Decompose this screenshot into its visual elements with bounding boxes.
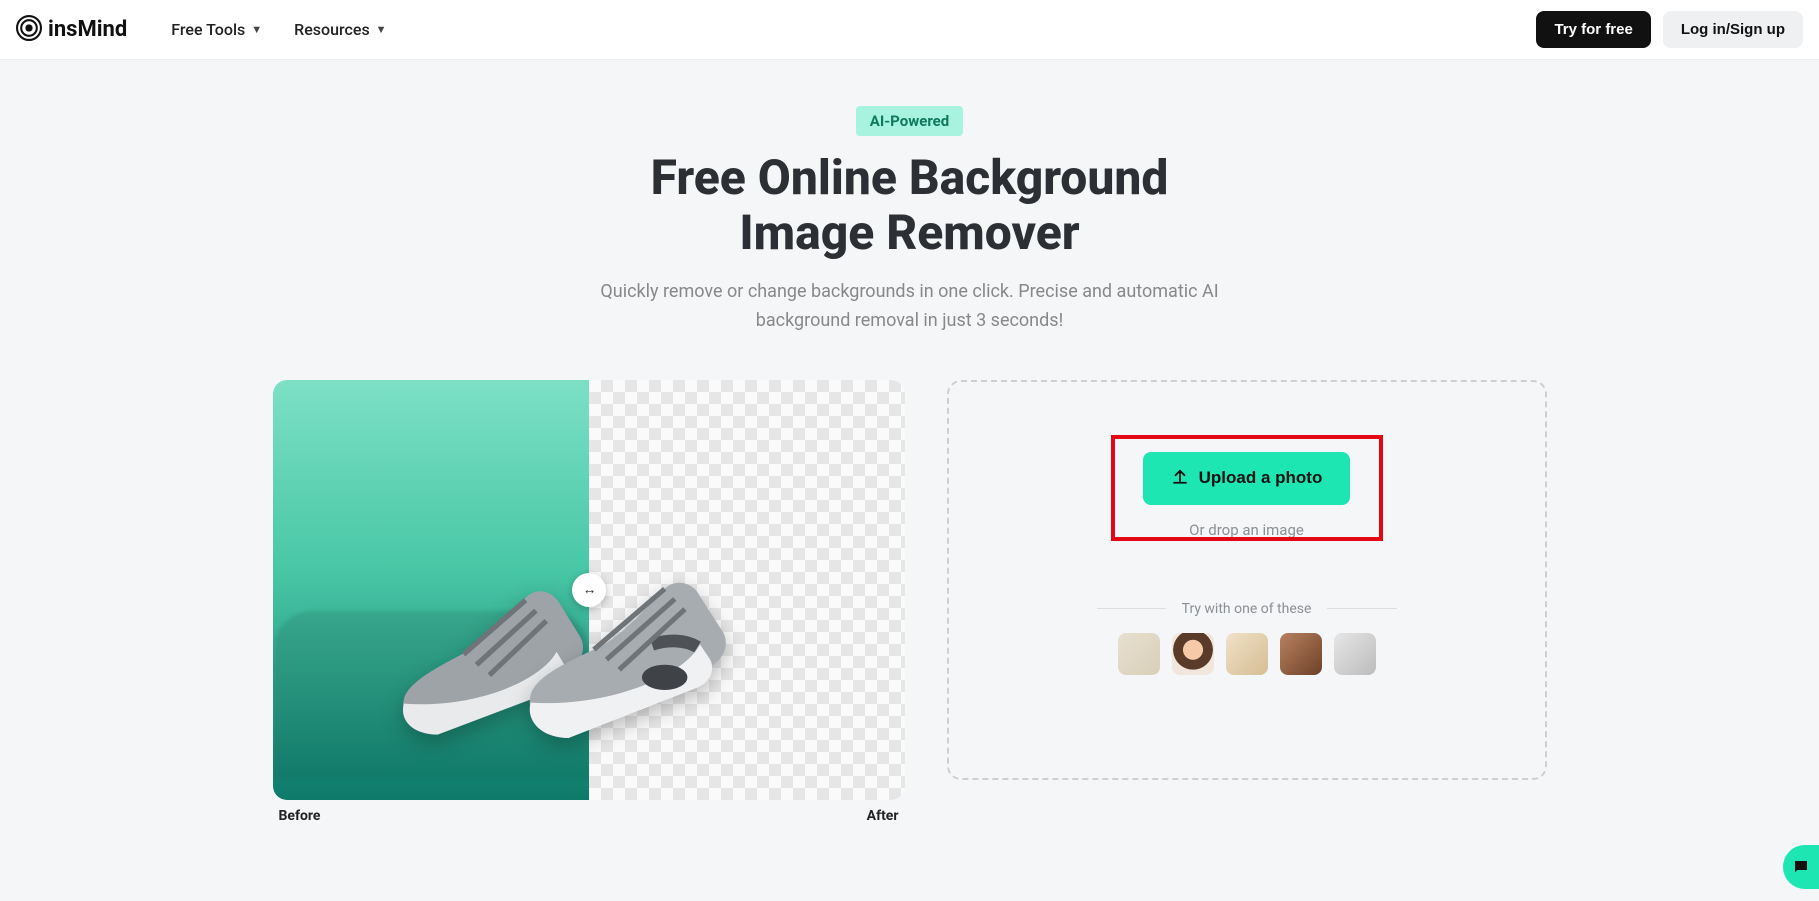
hero: AI-Powered Free Online Background Image … — [0, 60, 1819, 366]
help-chat-button[interactable] — [1783, 845, 1819, 889]
try-with-text: Try with one of these — [1182, 601, 1312, 617]
login-signup-button[interactable]: Log in/Sign up — [1663, 11, 1803, 48]
upload-dropzone[interactable]: Upload a photo Or drop an image Try with… — [947, 380, 1547, 780]
before-label: Before — [279, 808, 321, 824]
compare-slider-handle[interactable]: ↔ — [572, 573, 606, 607]
brand-logo-icon — [16, 15, 42, 45]
nav-free-tools[interactable]: Free Tools ▼ — [171, 20, 262, 39]
sample-images-row — [979, 633, 1515, 675]
sample-image-1[interactable] — [1118, 633, 1160, 675]
nav-resources-label: Resources — [294, 20, 370, 39]
chevron-down-icon: ▼ — [251, 23, 262, 36]
nav-resources[interactable]: Resources ▼ — [294, 20, 386, 39]
content-row: ↔ Before After Upload a photo Or drop an… — [0, 366, 1819, 824]
brand-logo[interactable]: insMind — [16, 15, 127, 45]
before-after-compare: ↔ Before After — [273, 380, 905, 824]
try-divider: Try with one of these — [1097, 601, 1397, 617]
shoe-image-after — [513, 556, 816, 775]
after-label: After — [867, 808, 899, 824]
sample-image-5[interactable] — [1334, 633, 1376, 675]
sample-image-2[interactable] — [1172, 633, 1214, 675]
nav-free-tools-label: Free Tools — [171, 20, 245, 39]
ai-powered-badge: AI-Powered — [856, 106, 963, 136]
upload-icon — [1171, 467, 1189, 490]
upload-button-label: Upload a photo — [1199, 468, 1323, 488]
sample-image-4[interactable] — [1280, 633, 1322, 675]
title-line-1: Free Online Background — [651, 149, 1169, 206]
slider-arrows-icon: ↔ — [583, 581, 595, 598]
main-nav: Free Tools ▼ Resources ▼ — [171, 20, 386, 39]
title-line-2: Image Remover — [739, 204, 1079, 261]
drop-image-text: Or drop an image — [979, 521, 1515, 539]
page-title: Free Online Background Image Remover — [20, 150, 1799, 260]
upload-photo-button[interactable]: Upload a photo — [1143, 452, 1351, 505]
try-for-free-button[interactable]: Try for free — [1536, 11, 1650, 48]
compare-box[interactable]: ↔ — [273, 380, 905, 800]
compare-labels: Before After — [273, 808, 905, 824]
page-subtitle: Quickly remove or change backgrounds in … — [590, 278, 1230, 336]
sample-image-3[interactable] — [1226, 633, 1268, 675]
chevron-down-icon: ▼ — [376, 23, 387, 36]
header: insMind Free Tools ▼ Resources ▼ Try for… — [0, 0, 1819, 60]
brand-name: insMind — [48, 17, 127, 42]
